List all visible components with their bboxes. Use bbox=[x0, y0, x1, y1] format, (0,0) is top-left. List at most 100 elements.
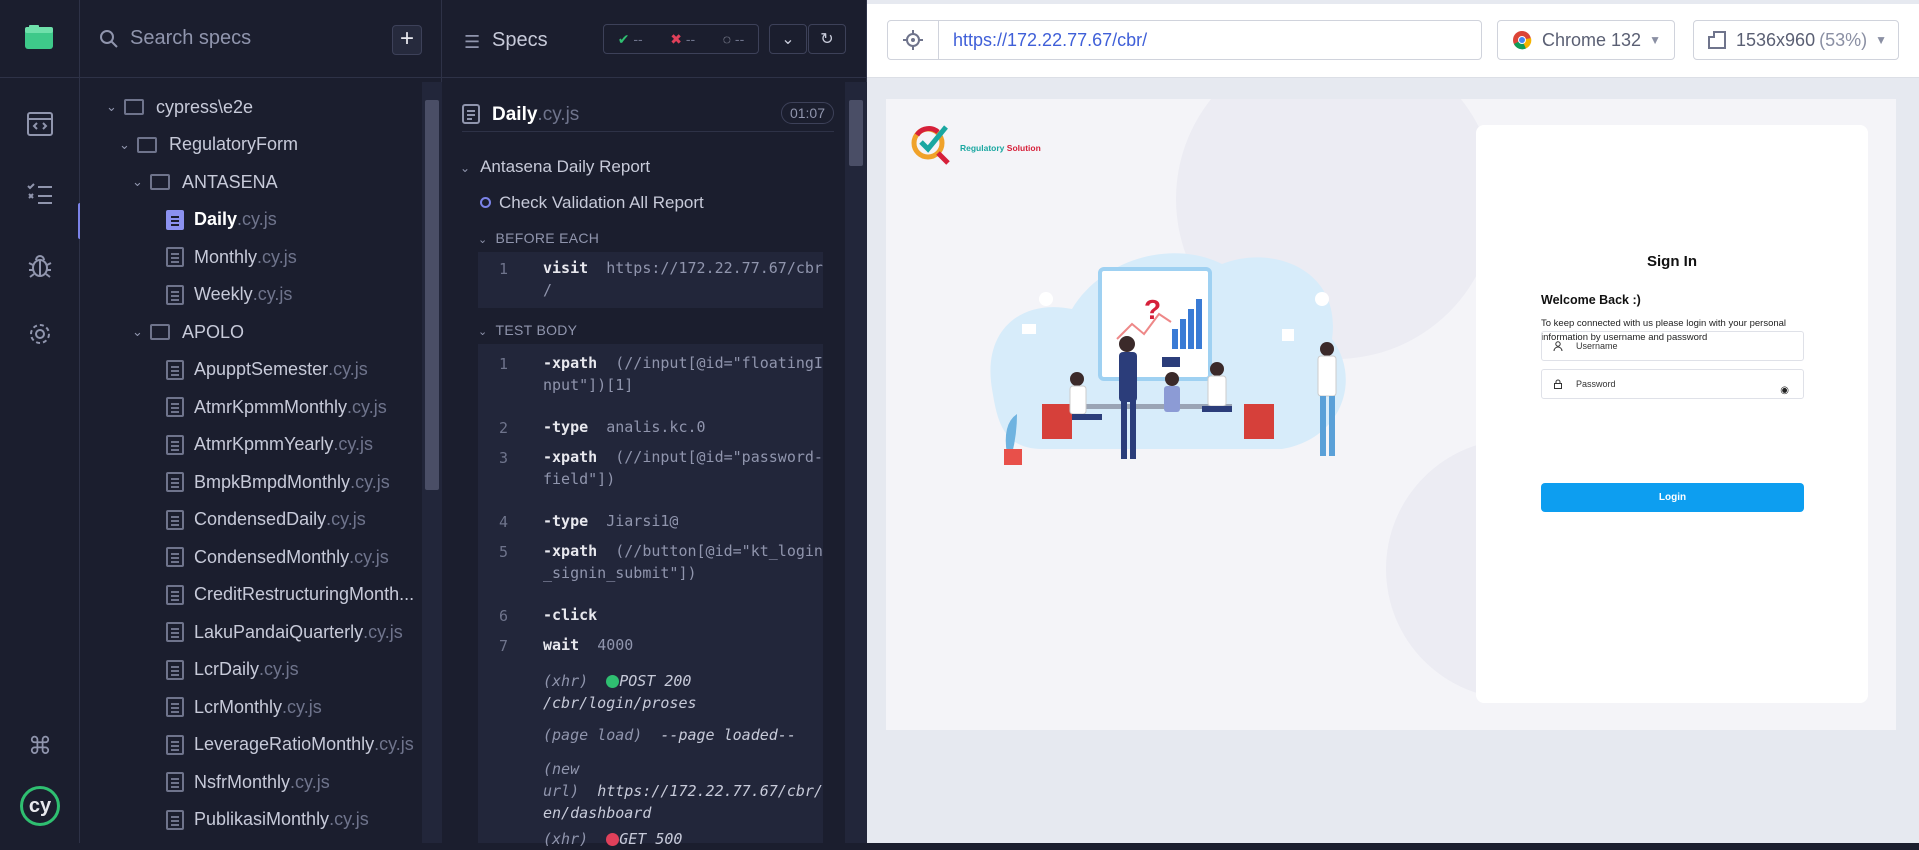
command-row[interactable]: -type analis.kc.0 bbox=[543, 416, 706, 438]
tree-folder[interactable]: ⌄ APOLO bbox=[132, 317, 244, 347]
keyboard-shortcuts-icon[interactable]: ⌘ bbox=[20, 726, 60, 766]
rerun-button[interactable]: ↻ bbox=[808, 24, 846, 54]
chevron-down-icon[interactable]: ⌄ bbox=[106, 99, 124, 115]
new-url-event[interactable]: (new url) https://172.22.77.67/cbr/ en/d… bbox=[543, 758, 823, 824]
eye-icon[interactable]: ◉ bbox=[1780, 377, 1789, 405]
refresh-icon: ↻ bbox=[820, 31, 834, 48]
tree-spec-file[interactable]: CondensedMonthly .cy.js bbox=[166, 542, 389, 572]
reporter-scrollbar[interactable] bbox=[845, 82, 867, 843]
tree-spec-file[interactable]: ApupptSemester .cy.js bbox=[166, 355, 368, 385]
tree-folder[interactable]: ⌄ RegulatoryForm bbox=[119, 130, 298, 160]
username-field[interactable]: Username bbox=[1541, 331, 1804, 361]
file-icon bbox=[166, 697, 184, 717]
tree-spec-file[interactable]: Weekly .cy.js bbox=[166, 280, 292, 310]
file-icon bbox=[166, 359, 184, 380]
suite-title[interactable]: ⌄ Antasena Daily Report bbox=[460, 157, 650, 177]
app-logo-icon bbox=[25, 25, 53, 49]
tree-spec-file[interactable]: LeverageRatioMonthly .cy.js bbox=[166, 730, 414, 760]
command-number: 7 bbox=[499, 637, 509, 655]
tree-spec-file[interactable]: LcrDaily .cy.js bbox=[166, 655, 299, 685]
runs-icon[interactable] bbox=[20, 104, 60, 144]
tree-spec-file[interactable]: CreditRestructuringMonth... bbox=[166, 580, 414, 610]
tree-item-name: LcrDaily bbox=[194, 659, 260, 679]
folder-icon bbox=[150, 174, 170, 190]
selector-playground-button[interactable] bbox=[887, 20, 939, 60]
sign-in-title: Sign In bbox=[1647, 253, 1697, 270]
test-body-hook[interactable]: ⌄ TEST BODY bbox=[478, 322, 577, 338]
command-number: 4 bbox=[499, 513, 509, 531]
debug-icon[interactable] bbox=[20, 246, 60, 286]
svg-text:?: ? bbox=[1144, 294, 1161, 325]
chevron-down-icon[interactable]: ⌄ bbox=[132, 174, 150, 190]
specs-scrollbar[interactable] bbox=[422, 82, 442, 843]
command-number: 5 bbox=[499, 543, 509, 561]
passed-count: ✔ -- bbox=[617, 30, 643, 47]
reporter-header: ☰ Specs ✔ -- ✖ -- ◌ -- ⌄ ↻ bbox=[442, 0, 867, 78]
password-field[interactable]: Password ◉ bbox=[1541, 369, 1804, 399]
status-error-icon bbox=[606, 833, 620, 846]
chevron-down-icon[interactable]: ⌄ bbox=[119, 137, 137, 153]
test-body-commands: 1 -xpath (//input[@id="floatingI nput"])[… bbox=[478, 344, 823, 848]
chevron-down-icon: ⌄ bbox=[478, 326, 488, 338]
spec-search: Search specs + bbox=[80, 0, 442, 78]
file-icon bbox=[166, 509, 184, 530]
tree-spec-file[interactable]: Daily .cy.js bbox=[166, 205, 277, 235]
tree-spec-file[interactable]: AtmrKpmmMonthly .cy.js bbox=[166, 392, 387, 422]
viewport-info[interactable]: 1536x960 (53%) ▼ bbox=[1693, 20, 1899, 60]
file-icon bbox=[166, 772, 184, 792]
settings-icon[interactable] bbox=[20, 314, 60, 354]
file-icon bbox=[166, 622, 184, 642]
file-icon bbox=[166, 734, 184, 755]
tree-item-ext: .cy.js bbox=[363, 621, 403, 642]
tree-spec-file[interactable]: CondensedDaily .cy.js bbox=[166, 505, 366, 535]
file-icon bbox=[166, 659, 184, 680]
command-row[interactable]: -xpath (//input[@id="password- field"]) bbox=[543, 446, 823, 490]
aut-url[interactable]: https://172.22.77.67/cbr/ bbox=[938, 20, 1482, 60]
tree-spec-file[interactable]: AtmrKpmmYearly .cy.js bbox=[166, 430, 373, 460]
crosshair-icon bbox=[903, 30, 923, 50]
command-row[interactable]: -xpath (//button[@id="kt_login _signin_s… bbox=[543, 540, 823, 584]
tree-item-name: Weekly bbox=[194, 284, 253, 304]
login-button[interactable]: Login bbox=[1541, 483, 1804, 512]
specs-toggle-icon[interactable]: ☰ bbox=[464, 32, 480, 53]
tree-item-name: cypress\e2e bbox=[156, 96, 254, 117]
new-spec-button[interactable]: + bbox=[392, 25, 422, 55]
file-icon bbox=[166, 209, 184, 230]
command-row[interactable]: -xpath (//input[@id="floatingI nput"])[1… bbox=[543, 352, 823, 396]
test-title[interactable]: Check Validation All Report bbox=[480, 193, 704, 213]
tree-item-ext: .cy.js bbox=[237, 209, 277, 229]
xhr-event[interactable]: (xhr) GET 500 bbox=[543, 828, 682, 850]
reporter-title[interactable]: Specs bbox=[492, 29, 548, 52]
tree-spec-file[interactable]: LakuPandaiQuarterly .cy.js bbox=[166, 617, 403, 647]
tree-item-ext: .cy.js bbox=[350, 471, 390, 492]
tree-spec-file[interactable]: BmpkBmpdMonthly .cy.js bbox=[166, 467, 390, 497]
command-row[interactable]: wait 4000 bbox=[543, 634, 633, 656]
tree-folder[interactable]: ⌄ cypress\e2e bbox=[106, 92, 253, 122]
chevron-down-icon[interactable]: ⌄ bbox=[132, 324, 150, 340]
running-icon bbox=[480, 197, 491, 208]
tree-spec-file[interactable]: PublikasiMonthly .cy.js bbox=[166, 805, 369, 835]
tree-item-name: BmpkBmpdMonthly bbox=[194, 471, 351, 492]
search-input[interactable]: Search specs bbox=[130, 27, 251, 50]
tree-spec-file[interactable]: LcrMonthly .cy.js bbox=[166, 692, 322, 722]
tree-item-name: Monthly bbox=[194, 246, 258, 267]
collapse-button[interactable]: ⌄ bbox=[769, 24, 807, 54]
command-row[interactable]: -click bbox=[543, 604, 615, 626]
specs-list-icon[interactable] bbox=[20, 174, 60, 214]
tree-spec-file[interactable]: Monthly .cy.js bbox=[166, 242, 297, 272]
specs-panel: Search specs + ⌄ cypress\e2e ⌄ RegulatoryFo… bbox=[80, 0, 442, 843]
tree-spec-file[interactable]: NsfrMonthly .cy.js bbox=[166, 767, 330, 797]
browser-selector[interactable]: Chrome 132 ▼ bbox=[1497, 20, 1675, 60]
tree-item-name: Daily bbox=[194, 209, 238, 229]
command-number: 2 bbox=[499, 419, 509, 437]
user-icon bbox=[1553, 341, 1563, 351]
xhr-event[interactable]: (xhr) POST 200 /cbr/login/proses bbox=[543, 670, 697, 714]
tree-folder[interactable]: ⌄ ANTASENA bbox=[132, 167, 278, 197]
file-icon bbox=[462, 104, 480, 124]
page-load-event[interactable]: (page load) --page loaded-- bbox=[543, 724, 796, 746]
before-each-hook[interactable]: ⌄ BEFORE EACH bbox=[478, 230, 599, 246]
file-icon bbox=[166, 434, 184, 455]
tree-item-name: AtmrKpmmMonthly bbox=[194, 396, 348, 417]
command-row[interactable]: -type Jiarsi1@ bbox=[543, 510, 678, 532]
command-row[interactable]: 1 visit https://172.22.77.67/cbr / bbox=[478, 252, 823, 308]
